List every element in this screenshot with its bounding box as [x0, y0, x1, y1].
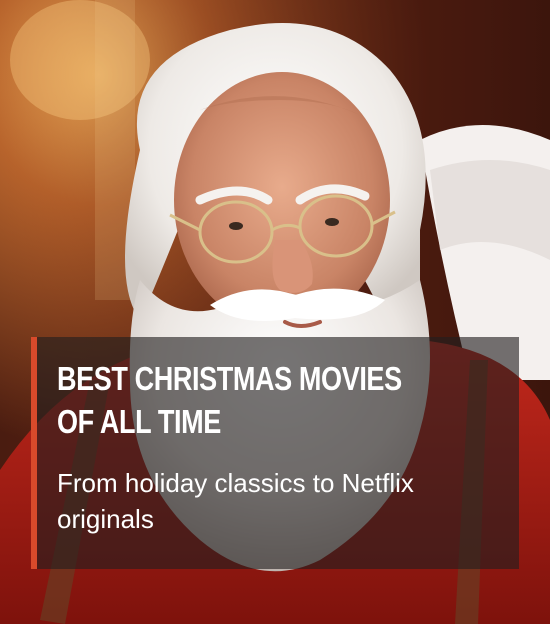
article-subtitle: From holiday classics to Netflix origina… — [57, 468, 414, 534]
article-title[interactable]: BEST CHRISTMAS MOVIES OF ALL TIME — [57, 357, 418, 443]
headline-overlay[interactable]: BEST CHRISTMAS MOVIES OF ALL TIME From h… — [31, 337, 519, 569]
accent-bar — [31, 337, 37, 569]
article-card[interactable]: BEST CHRISTMAS MOVIES OF ALL TIME From h… — [0, 0, 550, 624]
